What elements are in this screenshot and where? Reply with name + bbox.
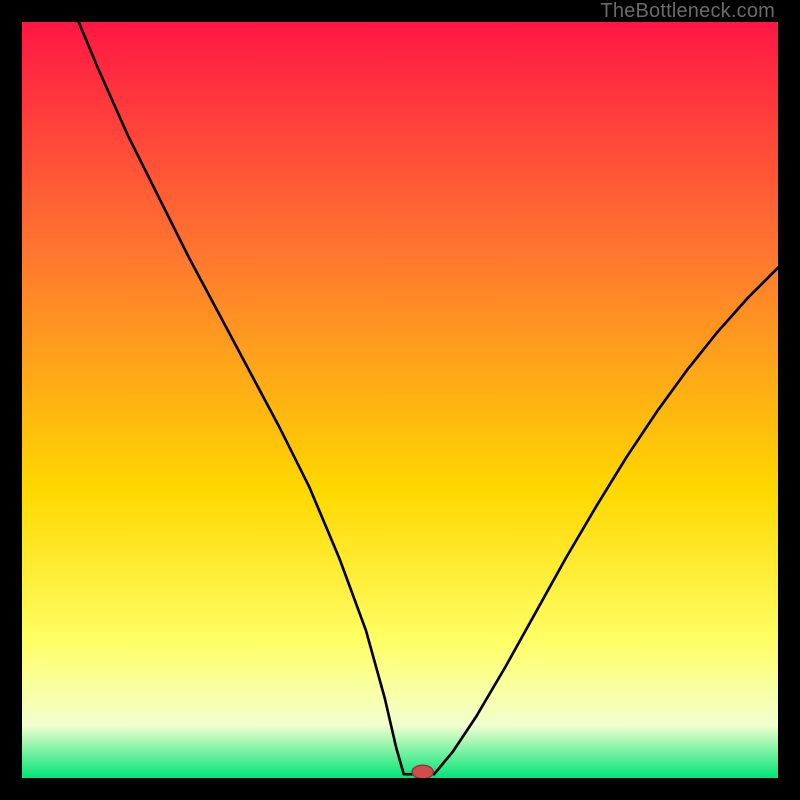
watermark-text: TheBottleneck.com <box>600 0 775 23</box>
bottleneck-chart <box>22 22 778 778</box>
chart-frame: TheBottleneck.com <box>0 0 800 800</box>
optimal-point-marker <box>412 765 433 778</box>
